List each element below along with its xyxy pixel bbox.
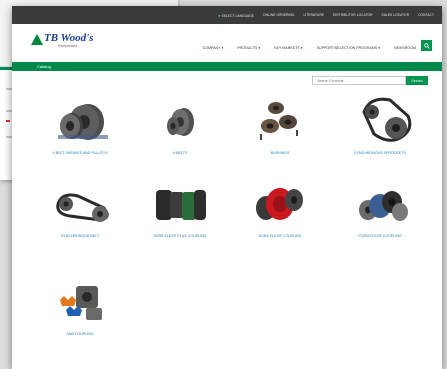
product-label[interactable]: SYNCHRONOUS BELT: [30, 234, 130, 238]
utility-link-contact[interactable]: CONTACT: [418, 13, 434, 17]
product-sure-flex-plus-coupling[interactable]: SURE-FLEX® PLUS COUPLING: [130, 174, 230, 254]
nav-item-key-markets[interactable]: KEY MARKETS ▾: [274, 46, 302, 50]
product-label[interactable]: FORM-FLEX® COUPLING: [330, 234, 430, 238]
logo-subtitle: Incorporated: [58, 44, 78, 48]
product-jaw-coupling[interactable]: JAW COUPLING: [30, 272, 130, 352]
dura-flex-coupling-image: [256, 188, 303, 220]
product-dura-flex-coupling[interactable]: DURA-FLEX® COUPLING: [230, 174, 330, 254]
utility-link-language[interactable]: ●SELECT LANGUAGE: [218, 13, 254, 18]
product-label[interactable]: JAW COUPLING: [30, 332, 130, 336]
product-label[interactable]: SURE-FLEX® PLUS COUPLING: [130, 234, 230, 238]
site-header: TB Wood's Incorporated COMPANY ▾ PRODUCT…: [12, 24, 442, 62]
sprocket-image: [362, 97, 412, 142]
catalog-page: ●SELECT LANGUAGE ONLINE ORDERING LITERAT…: [12, 6, 442, 369]
jaw-coupling-image: [60, 286, 102, 320]
nav-item-newsroom[interactable]: NEWSROOM: [394, 46, 416, 50]
product-synchronous-belt[interactable]: SYNCHRONOUS BELT: [30, 174, 130, 254]
utility-link-distributor-locator[interactable]: DISTRIBUTOR LOCATOR: [333, 13, 372, 17]
product-synchronous-sprockets[interactable]: SYNCHRONOUS SPROCKETS: [330, 90, 430, 170]
vbelt-image: [167, 108, 194, 136]
product-bushings[interactable]: BUSHINGS: [230, 90, 330, 170]
nav-item-company[interactable]: COMPANY ▾: [203, 46, 224, 50]
logo-name: TB Wood's: [44, 32, 94, 44]
product-label[interactable]: V-BELTS: [130, 151, 230, 155]
breadcrumb-bar: Catalog: [12, 62, 442, 71]
search-input[interactable]: [312, 76, 406, 85]
globe-icon: ●: [218, 12, 221, 18]
main-nav: COMPANY ▾ PRODUCTS ▾ KEY MARKETS ▾ SUPPO…: [203, 46, 416, 50]
bushings-image: [260, 102, 298, 140]
product-label[interactable]: V-BELT SHEAVES AND PULLEYS: [30, 151, 130, 155]
product-vbelt-sheaves[interactable]: V-BELT SHEAVES AND PULLEYS: [30, 90, 130, 170]
form-flex-coupling-image: [359, 191, 408, 221]
product-label[interactable]: BUSHINGS: [230, 151, 330, 155]
product-vbelts[interactable]: V-BELTS: [130, 90, 230, 170]
tb-woods-logo[interactable]: TB Wood's Incorporated: [31, 33, 93, 48]
search-icon: [423, 42, 430, 49]
utility-link-sales-locator[interactable]: SALES LOCATOR: [382, 13, 410, 17]
background-red-mark: [6, 120, 10, 122]
utility-link-online-ordering[interactable]: ONLINE ORDERING: [263, 13, 294, 17]
sure-flex-coupling-image: [156, 190, 206, 220]
breadcrumb[interactable]: Catalog: [37, 64, 51, 69]
utility-bar: ●SELECT LANGUAGE ONLINE ORDERING LITERAT…: [12, 6, 442, 24]
product-search: Search: [312, 76, 428, 85]
search-button[interactable]: Search: [406, 76, 428, 85]
synchronous-belt-image: [56, 193, 109, 222]
logo-triangle-icon: [31, 34, 43, 45]
utility-link-literature[interactable]: LITERATURE: [303, 13, 324, 17]
product-label[interactable]: DURA-FLEX® COUPLING: [230, 234, 330, 238]
nav-item-products[interactable]: PRODUCTS ▾: [237, 46, 260, 50]
product-form-flex-coupling[interactable]: FORM-FLEX® COUPLING: [330, 174, 430, 254]
product-label[interactable]: SYNCHRONOUS SPROCKETS: [330, 151, 430, 155]
sheave-pulley-image: [58, 104, 108, 140]
nav-search-button[interactable]: [421, 40, 432, 51]
nav-item-support[interactable]: SUPPORT/SELECTION PROGRAMS ▾: [317, 46, 380, 50]
